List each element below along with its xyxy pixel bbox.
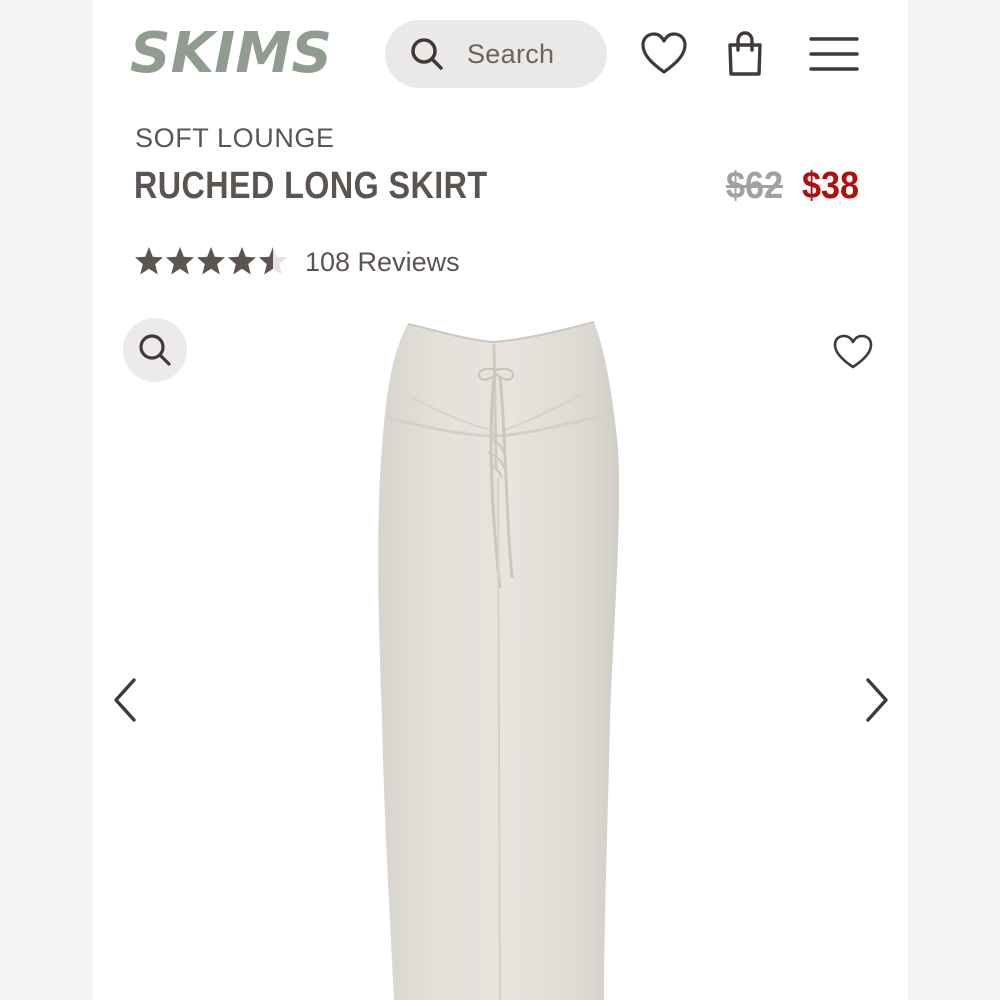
star-icon xyxy=(135,247,163,275)
skims-logo[interactable]: SKIMS xyxy=(128,22,336,80)
search-bar[interactable]: Search xyxy=(385,20,607,88)
search-placeholder: Search xyxy=(467,39,555,69)
shopping-bag-icon[interactable] xyxy=(724,30,766,78)
star-icon xyxy=(197,247,225,275)
svg-text:SKIMS: SKIMS xyxy=(130,22,332,80)
product-title: RUCHED LONG SKIRT xyxy=(134,165,488,207)
menu-icon[interactable] xyxy=(808,34,860,74)
chevron-left-icon[interactable] xyxy=(110,676,142,724)
sale-price: $38 xyxy=(802,165,860,207)
star-icon xyxy=(228,247,256,275)
zoom-button[interactable] xyxy=(123,318,187,382)
search-icon xyxy=(411,38,443,70)
wishlist-heart-icon[interactable] xyxy=(832,334,874,370)
rating-stars[interactable] xyxy=(134,246,288,276)
product-category: SOFT LOUNGE xyxy=(135,123,335,153)
product-image[interactable] xyxy=(372,318,630,1000)
original-price: $62 xyxy=(726,165,784,207)
star-icon xyxy=(166,247,194,275)
zoom-icon xyxy=(139,334,171,366)
half-star-icon xyxy=(259,247,287,275)
chevron-right-icon[interactable] xyxy=(860,676,892,724)
reviews-link[interactable]: 108 Reviews xyxy=(305,246,460,278)
heart-icon[interactable] xyxy=(640,32,688,76)
